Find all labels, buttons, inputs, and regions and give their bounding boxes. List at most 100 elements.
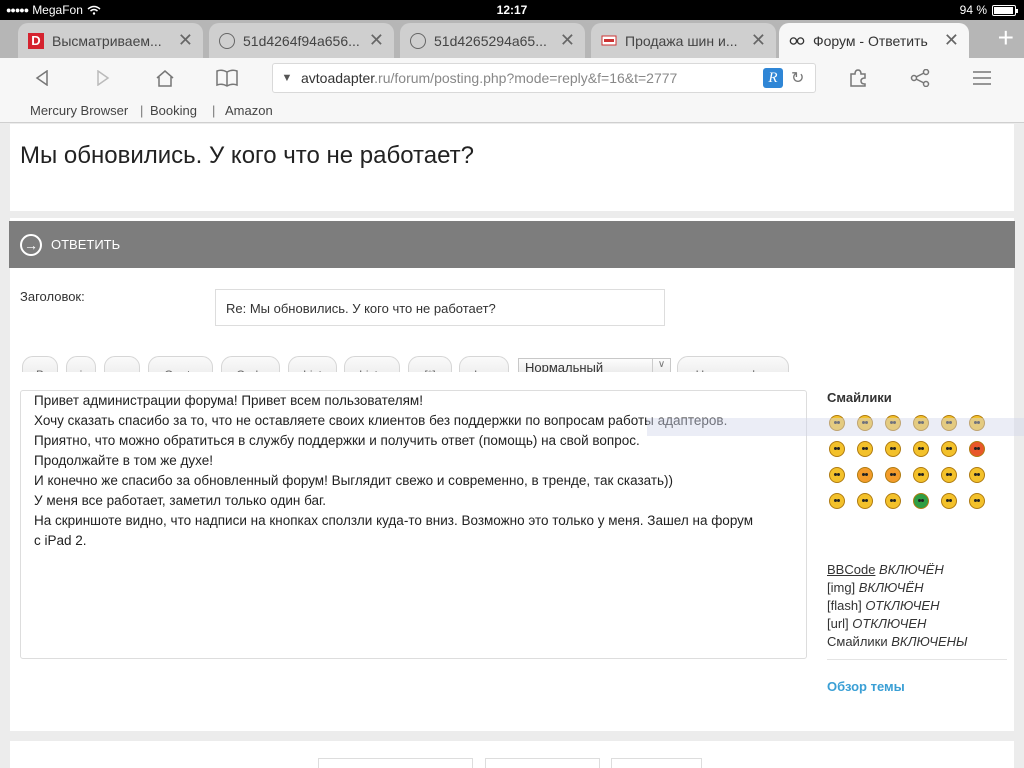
image-button[interactable]: Img: [459, 356, 509, 372]
geek-smiley-icon[interactable]: [941, 493, 957, 509]
smilies-title: Смайлики: [827, 390, 892, 405]
list-numbered-button[interactable]: List=: [344, 356, 400, 372]
back-arrow-icon: [35, 70, 48, 86]
share-icon: [910, 69, 930, 87]
bbcode-help-link[interactable]: BBCode: [827, 562, 875, 577]
menu-button[interactable]: [967, 64, 997, 92]
font-size-value: Нормальный: [525, 360, 604, 372]
status-row: [url] ОТКЛЮЧЕН: [827, 615, 1007, 633]
submit-button[interactable]: [485, 758, 600, 768]
chevron-down-icon[interactable]: ▼: [273, 72, 301, 84]
code-button[interactable]: Code: [221, 356, 280, 372]
tongue-smiley-icon[interactable]: [885, 441, 901, 457]
d-logo-icon: D: [28, 32, 44, 49]
question-smiley-icon[interactable]: [969, 467, 985, 483]
font-color-button[interactable]: Цвет шрифта: [677, 356, 789, 372]
battery-percent: 94 %: [959, 3, 987, 17]
browser-tab[interactable]: D Высматриваем... ✕: [18, 23, 203, 58]
tab-title: 51d4264f94a656...: [243, 32, 360, 49]
bookmark-link[interactable]: Mercury Browser: [30, 103, 128, 118]
arrow-right-circle-icon: →: [20, 233, 42, 256]
home-button[interactable]: [150, 64, 180, 92]
formatting-toolbar: B i u Quote Code List List= [*] Img Норм…: [22, 350, 822, 372]
clock: 12:17: [496, 3, 528, 17]
subject-label: Заголовок:: [20, 289, 85, 304]
evil-smiley-icon[interactable]: [857, 467, 873, 483]
list-button[interactable]: List: [288, 356, 337, 372]
idea-smiley-icon[interactable]: [829, 493, 845, 509]
neutral-smiley-icon[interactable]: [829, 467, 845, 483]
puzzle-icon: [850, 69, 866, 87]
browser-tab[interactable]: 51d4265294a65... ✕: [400, 23, 585, 58]
rolleyes-smiley-icon[interactable]: [913, 467, 929, 483]
subject-input[interactable]: Re: Мы обновились. У кого что не работае…: [215, 289, 665, 326]
share-button[interactable]: [905, 64, 935, 92]
close-tab-icon[interactable]: ✕: [369, 30, 384, 51]
reply-heading: ОТВЕТИТЬ: [51, 237, 121, 252]
divider: [827, 659, 1007, 660]
url-text[interactable]: avtoadapter.ru/forum/posting.php?mode=re…: [301, 70, 763, 86]
nerd-smiley-icon[interactable]: [969, 493, 985, 509]
bbcode-status-list: BBCode ВКЛЮЧЁН [img] ВКЛЮЧЁН [flash] ОТК…: [827, 561, 1007, 651]
close-tab-icon[interactable]: ✕: [751, 30, 766, 51]
browser-tab-active[interactable]: Форум - Ответить ✕: [779, 23, 969, 58]
list-item-button[interactable]: [*]: [408, 356, 452, 372]
new-tab-button[interactable]: +: [998, 24, 1014, 52]
form-actions: [10, 741, 1014, 768]
twisted-smiley-icon[interactable]: [885, 467, 901, 483]
message-line: Привет администрации форума! Привет всем…: [34, 393, 423, 408]
italic-button[interactable]: i: [66, 356, 96, 372]
razz-smiley-icon[interactable]: [941, 441, 957, 457]
tab-title: Высматриваем...: [52, 32, 162, 49]
back-button[interactable]: [27, 64, 57, 92]
quote-button[interactable]: Quote: [148, 356, 213, 372]
topic-review-link[interactable]: Обзор темы: [827, 679, 1007, 694]
reload-icon[interactable]: ↻: [791, 68, 815, 88]
underline-button[interactable]: u: [104, 356, 140, 372]
browser-tab[interactable]: 51d4264f94a656... ✕: [209, 23, 394, 58]
chevron-down-icon: ∨: [652, 359, 670, 372]
preview-button[interactable]: [318, 758, 473, 768]
topic-header: Мы обновились. У кого что не работает?: [10, 124, 1014, 211]
globe-icon: [219, 32, 235, 49]
status-key: [url]: [827, 616, 849, 631]
bold-button[interactable]: B: [22, 356, 58, 372]
reader-mode-icon[interactable]: R: [763, 68, 783, 88]
font-size-select[interactable]: Нормальный ∨: [518, 358, 671, 372]
status-value: ОТКЛЮЧЕН: [865, 598, 940, 613]
bookmark-separator: |: [212, 103, 216, 118]
status-row: [flash] ОТКЛЮЧЕН: [827, 597, 1007, 615]
angry-smiley-icon[interactable]: [969, 441, 985, 457]
status-key: [flash]: [827, 598, 862, 613]
cancel-button[interactable]: [611, 758, 702, 768]
confused-smiley-icon[interactable]: [829, 441, 845, 457]
battery-level: [994, 6, 1013, 14]
bookmark-link[interactable]: Amazon: [225, 103, 273, 118]
address-bar[interactable]: ▼ avtoadapter.ru/forum/posting.php?mode=…: [272, 63, 816, 93]
bookmarks-button[interactable]: [212, 64, 242, 92]
message-line: У меня все работает, заметил только один…: [34, 493, 327, 508]
message-line: На скриншоте видно, что надписи на кнопк…: [34, 513, 754, 528]
exclaim-smiley-icon[interactable]: [941, 467, 957, 483]
globe-icon: [410, 32, 426, 49]
goggles-icon: [789, 33, 805, 49]
extensions-button[interactable]: [843, 64, 873, 92]
browser-tab[interactable]: Продажа шин и... ✕: [591, 23, 776, 58]
close-tab-icon[interactable]: ✕: [560, 30, 575, 51]
close-tab-icon[interactable]: ✕: [944, 30, 959, 51]
bookmark-link[interactable]: Booking: [150, 103, 197, 118]
mad-smiley-icon[interactable]: [913, 441, 929, 457]
message-line: Продолжайте в том же духе!: [34, 453, 214, 468]
green-smiley-icon[interactable]: [913, 493, 929, 509]
arrow-smiley-icon[interactable]: [857, 493, 873, 509]
message-line: с iPad 2.: [34, 533, 87, 548]
sad-smiley-icon[interactable]: [885, 493, 901, 509]
battery-icon: [992, 4, 1018, 16]
status-row: [img] ВКЛЮЧЁН: [827, 579, 1007, 597]
reply-header-bar: → ОТВЕТИТЬ: [9, 221, 1015, 268]
sunglasses-smiley-icon[interactable]: [857, 441, 873, 457]
close-tab-icon[interactable]: ✕: [178, 30, 193, 51]
book-icon: [216, 69, 238, 87]
forward-button[interactable]: [88, 64, 118, 92]
browser-toolbar: ▼ avtoadapter.ru/forum/posting.php?mode=…: [0, 58, 1024, 98]
